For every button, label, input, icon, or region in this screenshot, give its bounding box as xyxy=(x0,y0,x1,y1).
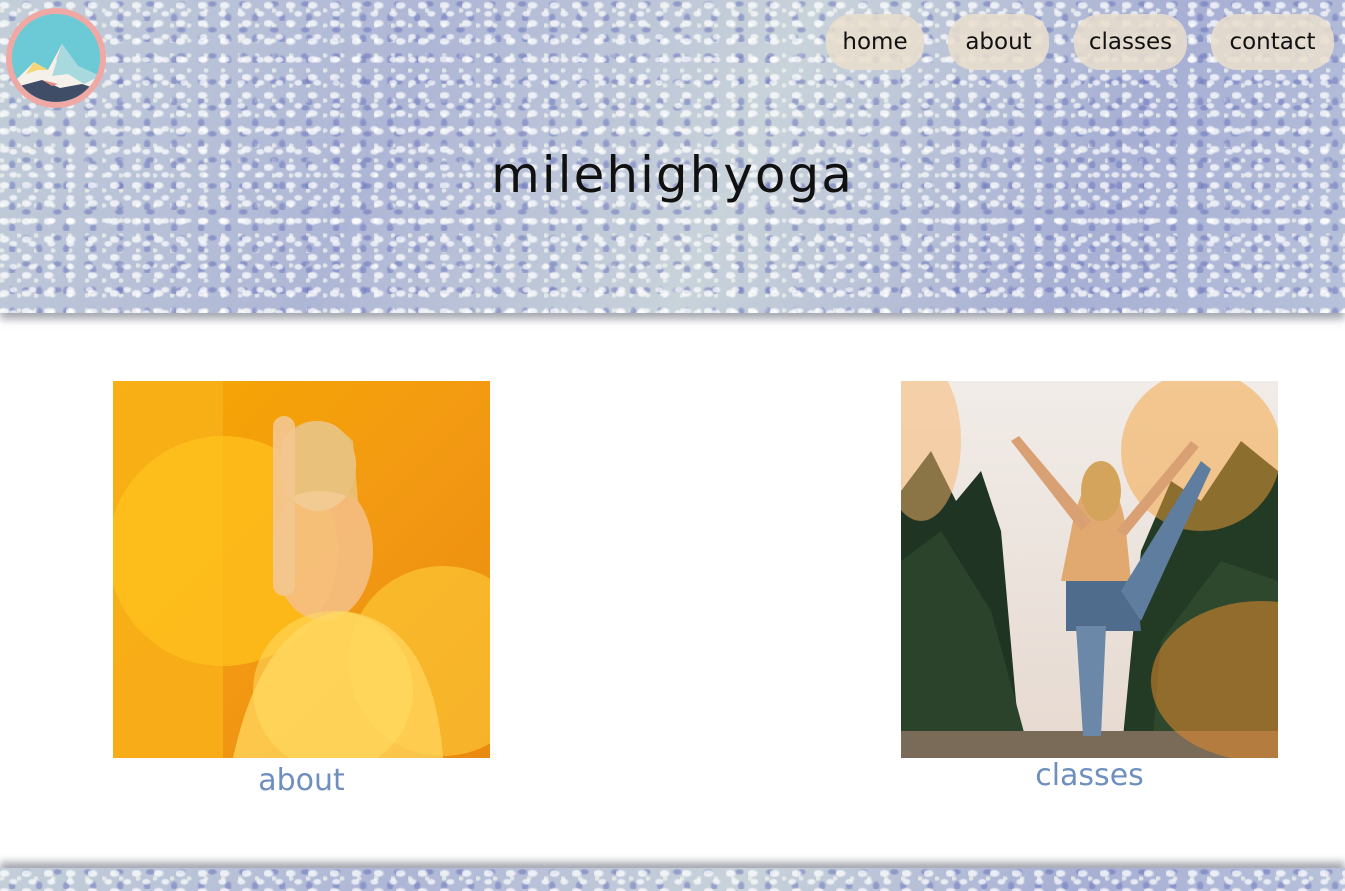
classes-card-link[interactable]: classes xyxy=(901,758,1278,793)
site-footer xyxy=(0,868,1345,891)
mountain-logo-icon[interactable] xyxy=(6,8,106,108)
nav-contact[interactable]: contact xyxy=(1211,14,1334,70)
woman-dancer-pose-photo xyxy=(901,381,1278,758)
nav-about[interactable]: about xyxy=(948,14,1049,70)
classes-card-image[interactable] xyxy=(901,381,1278,758)
about-card-image[interactable] xyxy=(113,381,490,758)
site-header: home about classes contact milehighyoga xyxy=(0,0,1345,313)
about-card-link[interactable]: about xyxy=(113,763,490,798)
nav-classes[interactable]: classes xyxy=(1074,14,1187,70)
nav-home[interactable]: home xyxy=(826,14,924,70)
mountain-logo-graphic xyxy=(12,14,100,102)
woman-praying-hands-photo xyxy=(113,381,490,758)
site-title: milehighyoga xyxy=(491,145,854,204)
